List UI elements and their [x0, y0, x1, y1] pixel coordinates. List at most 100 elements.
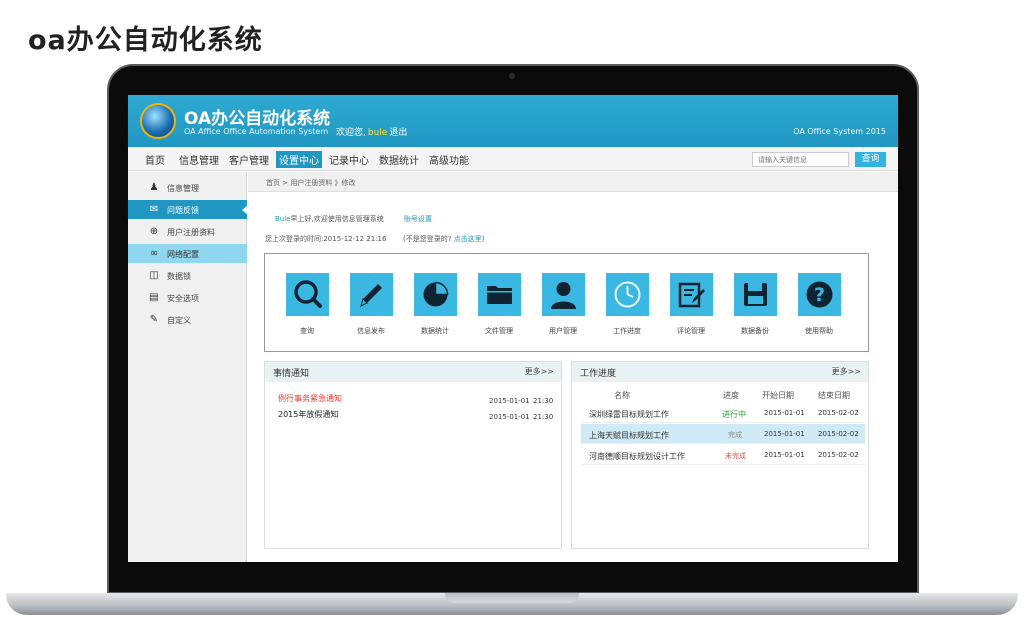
- nav-item-records[interactable]: 记录中心: [329, 152, 369, 167]
- task-status: 进行中: [722, 410, 746, 419]
- tile-label: 工作进度: [613, 327, 641, 335]
- task-name: 深圳绿雷目标规划工作: [589, 410, 669, 419]
- greeting-text: Bule早上好,欢迎使用信息管理系统: [275, 214, 384, 224]
- tile-label: 查询: [300, 327, 314, 335]
- notice-title[interactable]: 例行事务紧急通知: [278, 393, 342, 404]
- tile-label: 文件管理: [485, 327, 513, 335]
- task-end: 2015-02-02: [818, 430, 859, 438]
- progress-more-link[interactable]: 更多>>: [832, 366, 861, 377]
- tile-files[interactable]: 文件管理: [469, 273, 529, 336]
- user-icon: [541, 273, 585, 316]
- lock-icon: ◫: [149, 270, 159, 281]
- nav-item-settings[interactable]: 设置中心: [276, 151, 322, 168]
- search-button[interactable]: 查询: [855, 152, 886, 167]
- not-me-suffix: ): [481, 235, 485, 243]
- greeting-message: 早上好,欢迎使用信息管理系统: [290, 215, 384, 223]
- task-end: 2015-02-02: [818, 451, 859, 459]
- account-settings-link[interactable]: 账号设置: [404, 214, 432, 224]
- tile-publish[interactable]: 信息发布: [341, 273, 401, 336]
- mail-icon: ✉: [149, 204, 159, 215]
- task-end: 2015-02-02: [818, 409, 859, 417]
- notices-more-link[interactable]: 更多>>: [525, 366, 554, 377]
- sidebar-item-info[interactable]: ♟ 信息管理: [128, 178, 247, 197]
- save-icon: [733, 273, 777, 316]
- tile-users[interactable]: 用户管理: [533, 273, 593, 336]
- user-icon: ♟: [149, 182, 159, 193]
- notice-date: 2015-01-01: [489, 397, 530, 405]
- nav-item-advanced[interactable]: 高级功能: [429, 152, 469, 167]
- last-login-time: 您上次登录的时间:2015-12-12 21:16: [265, 235, 387, 243]
- app-screen: OA办公自动化系统 OA Affice Office Automation Sy…: [128, 95, 898, 562]
- notice-date: 2015-01-01: [489, 413, 530, 421]
- search-input[interactable]: [752, 152, 849, 167]
- sidebar-item-feedback[interactable]: ✉ 问题反馈: [128, 200, 248, 219]
- not-me-prefix: (不是您登录的?: [403, 235, 452, 243]
- not-me-notice: (不是您登录的? 点击这里): [403, 234, 484, 244]
- tile-help[interactable]: ? 使用帮助: [789, 273, 849, 336]
- sidebar-item-label: 数据锁: [167, 272, 191, 281]
- quick-access-panel: 查询 信息发布 数据统计 文件管理 用户管理 工作进度 评论管理 数据备份 ? …: [264, 253, 869, 352]
- column-header-progress: 进度: [723, 391, 739, 400]
- pencil-icon: ✎: [149, 314, 159, 325]
- nav-item-home[interactable]: 首页: [145, 152, 165, 167]
- tile-label: 使用帮助: [805, 327, 833, 335]
- pie-chart-icon: [413, 273, 457, 316]
- sidebar-item-network[interactable]: ∞ 网络配置: [128, 244, 247, 263]
- click-here-link[interactable]: 点击这里: [454, 235, 482, 243]
- table-row[interactable]: 深圳绿雷目标规划工作 进行中 2015-01-01 2015-02-02: [581, 403, 865, 423]
- task-status: 完成: [728, 431, 742, 439]
- notice-time: 21:30: [533, 413, 554, 421]
- notices-header: 事情通知 更多>>: [265, 362, 561, 382]
- page-heading: oa办公自动化系统: [28, 25, 263, 56]
- tile-comments[interactable]: 评论管理: [661, 273, 721, 336]
- tile-label: 信息发布: [357, 327, 385, 335]
- notices-panel: 事情通知 更多>> 例行事务紧急通知 2015-01-01 21:30 2015…: [264, 361, 562, 549]
- sidebar-item-label: 自定义: [167, 316, 191, 325]
- breadcrumb: 首页 > 用户注册资料 》修改: [248, 172, 898, 192]
- task-start: 2015-01-01: [764, 409, 805, 417]
- tile-search[interactable]: 查询: [277, 273, 337, 336]
- tile-stats[interactable]: 数据统计: [405, 273, 465, 336]
- app-header: OA办公自动化系统 OA Affice Office Automation Sy…: [128, 95, 898, 147]
- tile-backup[interactable]: 数据备份: [725, 273, 785, 336]
- task-name: 河南德顺目标规划设计工作: [589, 452, 685, 461]
- pencil-icon: [349, 273, 393, 316]
- top-nav: 首页 信息管理 客户管理 设置中心 记录中心 数据统计 高级功能 查询: [128, 147, 898, 171]
- nav-item-stats[interactable]: 数据统计: [379, 152, 419, 167]
- tile-label: 用户管理: [549, 327, 577, 335]
- progress-panel: 工作进度 更多>> 名称 进度 开始日期 结束日期 深圳绿雷目标规划工作 进行中…: [571, 361, 869, 549]
- sidebar-item-datalock[interactable]: ◫ 数据锁: [128, 266, 247, 285]
- task-name: 上海天赋目标规划工作: [589, 431, 669, 440]
- printer-icon: ▤: [149, 292, 159, 303]
- network-icon: ∞: [149, 248, 159, 259]
- sidebar: ♟ 信息管理 ✉ 问题反馈 ⊕ 用户注册资料 ∞ 网络配置 ◫ 数据锁 ▤ 安全…: [128, 172, 248, 562]
- sidebar-item-registration[interactable]: ⊕ 用户注册资料: [128, 222, 247, 241]
- plus-circle-icon: ⊕: [149, 226, 159, 237]
- svg-text:?: ?: [813, 284, 824, 306]
- sidebar-item-label: 信息管理: [167, 184, 199, 193]
- welcome-text: 欢迎您, bule 退出: [336, 125, 407, 138]
- tile-label: 数据备份: [741, 327, 769, 335]
- tile-progress[interactable]: 工作进度: [597, 273, 657, 336]
- notices-title: 事情通知: [273, 369, 310, 379]
- greeting-user: Bule: [275, 215, 291, 223]
- tile-label: 数据统计: [421, 327, 449, 335]
- help-icon: ?: [797, 273, 841, 316]
- sidebar-item-security[interactable]: ▤ 安全选项: [128, 288, 247, 307]
- logout-link[interactable]: 退出: [389, 128, 407, 138]
- table-row[interactable]: 上海天赋目标规划工作 完成 2015-01-01 2015-02-02: [581, 424, 865, 444]
- sidebar-item-label: 安全选项: [167, 294, 199, 303]
- notice-title[interactable]: 2015年放假通知: [278, 409, 338, 420]
- app-subtitle: OA Affice Office Automation System: [184, 127, 329, 136]
- nav-item-customers[interactable]: 客户管理: [229, 152, 269, 167]
- table-row[interactable]: 河南德顺目标规划设计工作 未完成 2015-01-01 2015-02-02: [581, 445, 865, 465]
- laptop-notch: [445, 593, 579, 603]
- nav-item-info[interactable]: 信息管理: [179, 152, 219, 167]
- column-header-name: 名称: [614, 391, 630, 400]
- username: bule: [367, 128, 388, 138]
- sidebar-item-custom[interactable]: ✎ 自定义: [128, 310, 247, 329]
- folder-icon: [477, 273, 521, 316]
- notice-time: 21:30: [533, 397, 554, 405]
- task-start: 2015-01-01: [764, 451, 805, 459]
- sidebar-item-label: 问题反馈: [167, 206, 199, 215]
